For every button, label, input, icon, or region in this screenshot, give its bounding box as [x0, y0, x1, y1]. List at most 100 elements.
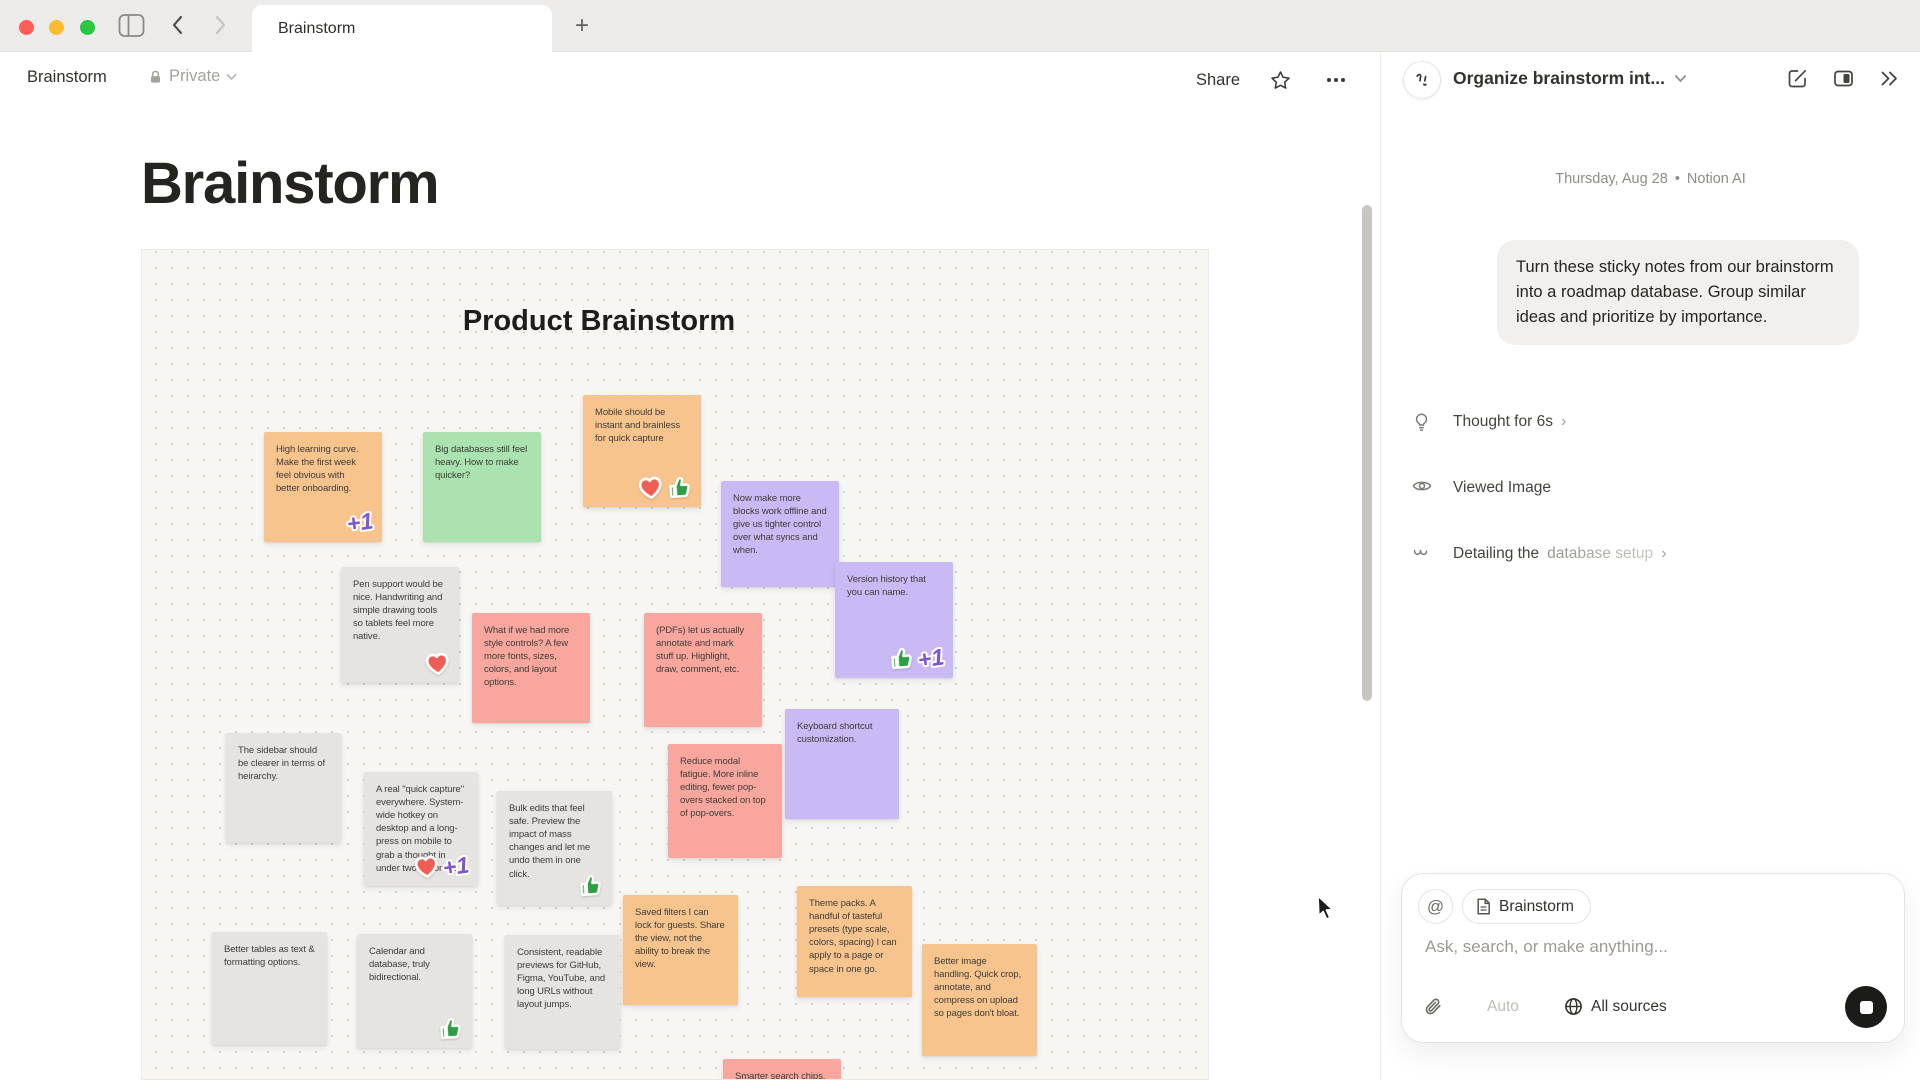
thumbs-up-sticker-icon: [888, 644, 917, 673]
thread-title: Organize brainstorm int...: [1453, 68, 1665, 89]
sticky-note-high-learning-curve[interactable]: High learning curve. Make the first week…: [264, 432, 382, 542]
page-title: Brainstorm: [141, 150, 438, 217]
tab-label: Brainstorm: [278, 20, 355, 38]
chevron-down-icon: [1674, 74, 1687, 83]
titlebar: Brainstorm +: [0, 0, 1920, 52]
sticky-note-saved-filters[interactable]: Saved filters I can lock for guests. Sha…: [623, 895, 738, 1005]
sticky-note-bulk-edits[interactable]: Bulk edits that feel safe. Preview the i…: [497, 791, 612, 905]
chevron-right-icon: ›: [1561, 413, 1566, 431]
agent-step-1[interactable]: Thought for 6s›: [1381, 407, 1920, 437]
new-tab-button[interactable]: +: [566, 10, 598, 42]
stop-generation-button[interactable]: [1845, 986, 1887, 1028]
sticker-row: [438, 1015, 465, 1042]
sticky-note-quick-capture[interactable]: A real "quick capture" everywhere. Syste…: [364, 772, 478, 886]
sticky-note-keyboard-shortcuts[interactable]: Keyboard shortcut customization.: [785, 709, 899, 819]
ai-prompt-input[interactable]: Ask, search, or make anything...: [1425, 937, 1865, 957]
lightbulb-icon: [1412, 412, 1432, 432]
sticker-row: [578, 872, 605, 899]
sticky-note-text: Smarter search chips.: [735, 1070, 829, 1080]
sticky-note-text: Reduce modal fatigue. More inline editin…: [680, 755, 770, 821]
sticky-note-version-history[interactable]: Version history that you can name. +1: [835, 562, 953, 678]
sticky-note-text: High learning curve. Make the first week…: [276, 443, 370, 495]
sticky-note-calendar-bidirectional[interactable]: Calendar and database, truly bidirection…: [357, 934, 472, 1048]
sticky-note-text: Calendar and database, truly bidirection…: [369, 945, 460, 984]
sticky-note-text: Mobile should be instant and brainless f…: [595, 406, 689, 445]
sticker-row: +1: [889, 645, 946, 672]
attach-paperclip-icon[interactable]: [1424, 997, 1443, 1022]
thumbs-up-sticker-icon: [437, 1014, 466, 1043]
sticky-note-text: Pen support would be nice. Handwriting a…: [353, 578, 447, 644]
sticky-note-better-tables[interactable]: Better tables as text & formatting optio…: [212, 932, 327, 1045]
loop-icon: [1412, 544, 1432, 564]
agent-step-2: Viewed Image: [1381, 473, 1920, 503]
sticky-note-style-controls[interactable]: What if we had more style controls? A fe…: [472, 613, 590, 723]
user-message-bubble: Turn these sticky notes from our brainst…: [1497, 240, 1859, 345]
sticker-row: +1: [347, 511, 375, 536]
sticky-note-image-handling[interactable]: Better image handling. Quick crop, annot…: [922, 944, 1037, 1056]
context-chip-label: Brainstorm: [1499, 898, 1574, 916]
favorite-star-icon[interactable]: [1264, 64, 1296, 96]
minimize-window-button[interactable]: [49, 20, 64, 35]
sticky-note-text: Keyboard shortcut customization.: [797, 720, 887, 746]
heart-sticker-icon: [422, 649, 454, 679]
vertical-scrollbar[interactable]: [1362, 205, 1372, 701]
chevron-right-icon: ›: [1661, 545, 1666, 563]
canvas-title: Product Brainstorm: [463, 305, 735, 338]
forward-button[interactable]: [210, 14, 232, 38]
privacy-label: Private: [169, 67, 220, 86]
thread-title-dropdown[interactable]: Organize brainstorm int...: [1453, 68, 1687, 89]
heart-sticker-icon: [635, 473, 667, 503]
sticky-note-readable-previews[interactable]: Consistent, readable previews for GitHub…: [505, 935, 620, 1049]
collapse-panel-chevrons-icon[interactable]: [1879, 68, 1900, 89]
more-options-icon[interactable]: [1320, 64, 1352, 96]
notion-ai-face-icon: [1403, 61, 1441, 99]
sources-selector[interactable]: All sources: [1564, 997, 1667, 1016]
plus-one-badge: +1: [916, 645, 947, 674]
sticker-row: [423, 650, 452, 677]
panel-layout-icon[interactable]: [1833, 68, 1854, 89]
sticky-note-text: Bulk edits that feel safe. Preview the i…: [509, 802, 600, 881]
sticky-note-pen-support[interactable]: Pen support would be nice. Handwriting a…: [341, 567, 459, 683]
close-window-button[interactable]: [19, 20, 34, 35]
sticky-note-text: Now make more blocks work offline and gi…: [733, 492, 827, 558]
sticky-note-big-databases[interactable]: Big databases still feel heavy. How to m…: [423, 432, 541, 542]
thread-date: Thursday, Aug 28: [1555, 171, 1668, 187]
sticky-note-text: Big databases still feel heavy. How to m…: [435, 443, 529, 482]
plus-one-badge: +1: [441, 853, 472, 882]
eye-icon: [1412, 478, 1432, 498]
notion-ai-panel: Organize brainstorm int... Thursday, Aug…: [1380, 52, 1920, 1080]
context-chip-brainstorm[interactable]: Brainstorm: [1462, 889, 1591, 924]
sticky-note-text: (PDFs) let us actually annotate and mark…: [656, 624, 750, 676]
sticky-note-text: What if we had more style controls? A fe…: [484, 624, 578, 690]
sticky-note-mobile-instant-capture[interactable]: Mobile should be instant and brainless f…: [583, 395, 701, 507]
sidebar-toggle-icon[interactable]: [118, 13, 145, 38]
provider-label: Notion AI: [1687, 171, 1746, 187]
sticky-note-text: Saved filters I can lock for guests. Sha…: [635, 906, 726, 972]
mouse-cursor: [1312, 893, 1340, 923]
sticky-note-sidebar-hierarchy[interactable]: The sidebar should be clearer in terms o…: [226, 733, 341, 843]
privacy-control[interactable]: Private: [148, 67, 237, 86]
breadcrumb[interactable]: Brainstorm: [27, 68, 107, 87]
sticky-note-pdf-annotation[interactable]: (PDFs) let us actually annotate and mark…: [644, 613, 762, 727]
thumbs-up-sticker-icon: [577, 871, 606, 900]
page-icon: [1476, 898, 1491, 915]
sticky-note-theme-packs[interactable]: Theme packs. A handful of tasteful prese…: [797, 886, 912, 997]
sticky-note-text: The sidebar should be clearer in terms o…: [238, 744, 329, 783]
sticky-note-modal-fatigue[interactable]: Reduce modal fatigue. More inline editin…: [668, 744, 782, 858]
back-button[interactable]: [168, 14, 190, 38]
new-thread-compose-icon[interactable]: [1787, 68, 1808, 89]
zoom-window-button[interactable]: [80, 20, 95, 35]
sticker-row: +1: [412, 853, 471, 880]
share-button[interactable]: Share: [1196, 71, 1240, 90]
sticky-note-text: Theme packs. A handful of tasteful prese…: [809, 897, 900, 976]
mode-selector[interactable]: Auto: [1487, 998, 1519, 1016]
sticky-note-smarter-search-chips[interactable]: Smarter search chips.: [723, 1059, 841, 1080]
globe-icon: [1564, 997, 1583, 1016]
agent-step-3[interactable]: Detailing the database setup›: [1381, 539, 1920, 569]
sticky-note-offline-blocks[interactable]: Now make more blocks work offline and gi…: [721, 481, 839, 587]
sticky-note-text: Better image handling. Quick crop, annot…: [934, 955, 1025, 1021]
brainstorm-canvas[interactable]: Product Brainstorm High learning curve. …: [141, 249, 1209, 1080]
mention-button[interactable]: @: [1418, 889, 1453, 924]
tab-brainstorm[interactable]: Brainstorm: [252, 5, 552, 52]
stop-icon: [1860, 1001, 1873, 1014]
